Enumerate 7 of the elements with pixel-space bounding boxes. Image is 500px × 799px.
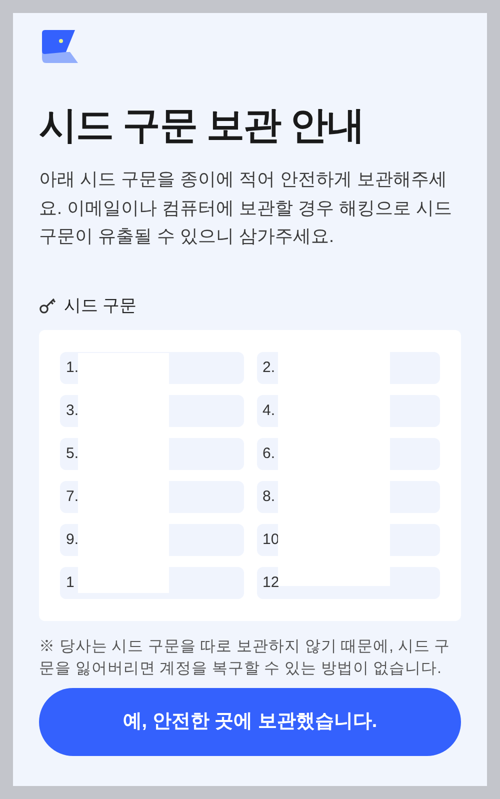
key-icon	[39, 296, 57, 314]
section-label: 시드 구문	[64, 294, 137, 316]
confirm-button[interactable]: 예, 안전한 곳에 보관했습니다.	[39, 688, 461, 756]
description-text: 아래 시드 구문을 종이에 적어 안전하게 보관해주세요. 이메일이나 컴퓨터에 보관할 경우 해킹으로 시드 구문이 유출될 수 있으니 삼가주세요.	[39, 168, 454, 248]
dialog-title: 시드 구문 보관 안내	[39, 104, 366, 148]
logo-icon	[42, 30, 78, 63]
warning-note: ※ 당사는 시드 구문을 따로 보관하지 않기 때문에, 시드 구문을 잃어버리면 계정을 복구할 수 있는 방법이 없습니다.	[39, 637, 452, 679]
